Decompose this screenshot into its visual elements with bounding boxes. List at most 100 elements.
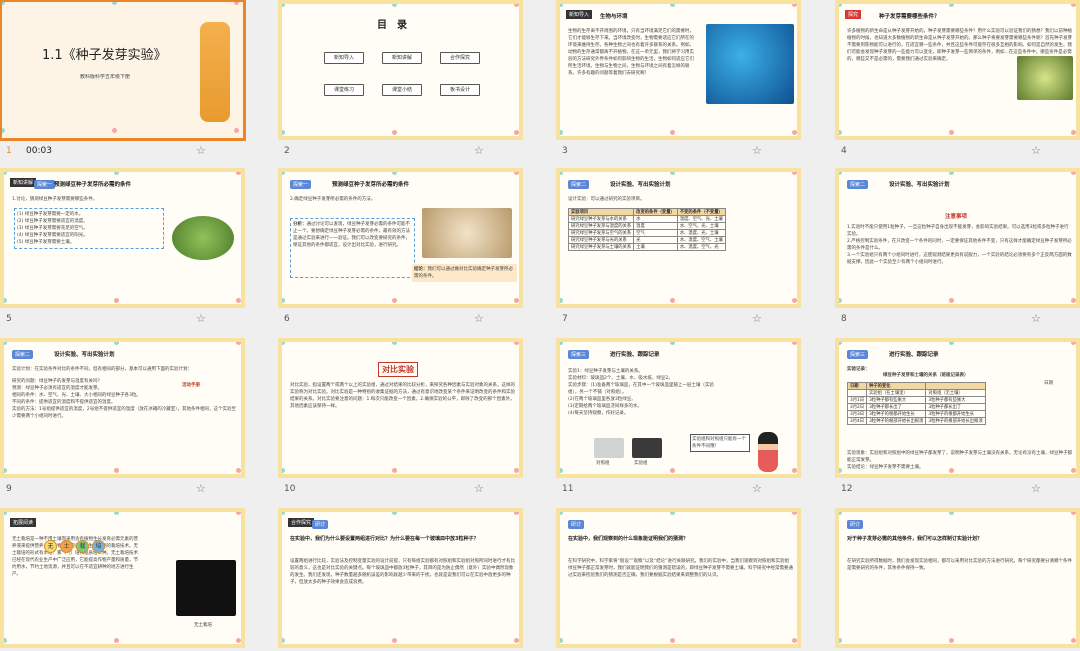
favorite-star-icon[interactable]: ☆ <box>196 144 206 157</box>
slide-thumbnail-9[interactable]: 探索二 设计实验、写出实验计划 实验计划：在实验条件对比的条件不同，但有相同的部分，… <box>0 338 245 500</box>
favorite-star-icon[interactable]: ☆ <box>752 144 762 157</box>
favorite-star-icon[interactable]: ☆ <box>474 144 484 157</box>
slide-thumbnail-6[interactable]: 探索一 预测绿豆种子发芽所必需的条件 2.确定绿豆种子发芽所必需的条件的方法。 分析：… <box>278 168 523 330</box>
favorite-star-icon[interactable]: ☆ <box>196 312 206 325</box>
decor-dot <box>236 468 241 473</box>
table-cell: 不变的条件（不变量） <box>676 208 726 216</box>
slide-preview[interactable]: 探究 种子发芽需要哪些条件？ 许多植物的新生命是从种子发芽开始的。种子发芽需要哪些条… <box>835 0 1080 140</box>
toc-item[interactable]: 新知讲解 <box>382 52 422 64</box>
slide-preview[interactable]: 拓展阅读 无土栽培是一种不用土壤而采用含有植物生长发育必需元素的营养液来提供营养，… <box>0 508 245 648</box>
decor-dot <box>236 298 241 303</box>
slide-preview[interactable]: 合作探究 研讨 在实验中，我们为什么要设置两组进行对比？为什么要在每一个玻璃皿中放3… <box>278 508 523 648</box>
slide-thumbnail-12[interactable]: 探索三 进行实验、跟踪记录 日期 种子的变化 实验组（在土壤里） 对照组（无土壤） 3月1日… <box>835 338 1080 500</box>
slide-tag: 合作探究 <box>288 518 315 527</box>
slide-preview[interactable]: 探索三 进行实验、跟踪记录 日期 种子的变化 实验组（在土壤里） 对照组（无土壤） 3月1日… <box>835 338 1080 478</box>
decor-dot <box>112 2 117 5</box>
slide-title: 进行实验、跟踪记录 <box>610 352 660 358</box>
slide-thumbnail-4[interactable]: 探究 种子发芽需要哪些条件？ 许多植物的新生命是从种子发芽开始的。种子发芽需要哪些条… <box>835 0 1080 162</box>
favorite-star-icon[interactable]: ☆ <box>1031 482 1041 495</box>
analysis-box: 分析：通过讨论可以发现，绿豆种子发芽必需的条件可能不止一个。要想确定绿豆种子发芽… <box>290 218 415 278</box>
speech-bubble: 实验组和对照组只能有一个条件不同哦！ <box>690 434 750 452</box>
slide-title: 生物与环境 <box>600 14 628 20</box>
favorite-star-icon[interactable]: ☆ <box>474 312 484 325</box>
decor-dot <box>1071 512 1076 515</box>
slide-preview[interactable]: 探索二 设计实验、写出实验计划 实验计划：在实验条件对比的条件不同，但有相同的部分，… <box>0 338 245 478</box>
table-row: 研究绿豆种子发芽与土壤的关系 土壤 水、温度、空气、光 <box>567 243 726 251</box>
toc-item[interactable]: 新知导入 <box>324 52 364 64</box>
decor-dot <box>670 298 675 303</box>
slide-preview[interactable]: 研讨 对于种子发芽必需的其他条件，我们可以怎样制订实验计划？ 在研究实验所得数据时，… <box>835 508 1080 648</box>
slide-preview[interactable]: 新知导入 生物与环境 生物的生存离不开周围的环境，只有当环境满足它们的需要时，它们才… <box>556 0 801 140</box>
decor-dot <box>560 298 563 303</box>
toc-item[interactable]: 合作探究 <box>440 52 480 64</box>
decor-dot <box>114 512 119 515</box>
slide-thumbnail-11[interactable]: 探索三 进行实验、跟踪记录 实验1：绿豆种子发芽与土壤的关系。 实验材料：玻璃皿2个、… <box>556 338 801 500</box>
list-item: (1) 绿豆种子发芽需要一定的水。 <box>17 212 84 217</box>
decor-dot <box>670 342 675 345</box>
slide-number: 11 <box>562 484 574 494</box>
table-cell: 空气 <box>633 229 678 237</box>
slide-thumbnail-2[interactable]: 目 录新知导入 新知讲解 合作探究 课堂练习 课堂小结 板书设计 2 ☆ <box>278 0 523 162</box>
slide-preview[interactable]: 研讨 在实验中，我们观察到的什么现象能证明我们的猜测？ 在科学研究中，科学家将“假设… <box>556 508 801 648</box>
slide-timing: 00:03 <box>26 146 52 156</box>
favorite-star-icon[interactable]: ☆ <box>752 312 762 325</box>
title-badge: 无 <box>44 540 57 553</box>
toc-item[interactable]: 板书设计 <box>440 84 480 96</box>
slide-thumbnail-10[interactable]: 对比实验，指设置两个或两个以上的实验组，通过对结果的比较分析，来探究各种因素与实… <box>278 338 523 500</box>
conclusion-label: 结论： <box>414 267 428 272</box>
decor-dot <box>792 468 797 473</box>
decor-dot <box>1071 4 1076 7</box>
section-label: 探索二 <box>847 180 869 189</box>
table-cell: 3粒种子都长出了 <box>866 403 927 411</box>
slide-preview[interactable]: 1.1《种子发芽实验》 教科版科学五年级下册 <box>0 0 245 140</box>
slide-title: 设计实验、写出实验计划 <box>54 352 115 358</box>
slide-thumbnail-5[interactable]: 新知讲解 探索一 预测绿豆种子发芽所必需的条件 1.讨论，猜测绿豆种子发芽需要哪些条件… <box>0 168 245 330</box>
slide-preview[interactable]: 探索三 进行实验、跟踪记录 实验1：绿豆种子发芽与土壤的关系。 实验材料：玻璃皿2个、… <box>556 338 801 478</box>
slide-title: 1.1《种子发芽实验》 <box>42 48 167 63</box>
title-badge: 土 <box>60 540 73 553</box>
table-cell: 改变的条件（变量） <box>633 208 678 216</box>
favorite-star-icon[interactable]: ☆ <box>474 482 484 495</box>
slide-preview[interactable]: 目 录新知导入 新知讲解 合作探究课堂练习 课堂小结 板书设计 <box>278 0 523 140</box>
slide-title: 目 录 <box>377 20 407 31</box>
slide-thumbnail-15[interactable]: 研讨 在实验中，我们观察到的什么现象能证明我们的猜测？ 在科学研究中，科学家将“假设… <box>556 508 801 651</box>
slide-tag: 新知讲解 <box>10 178 37 187</box>
slide-lead: 1.讨论，猜测绿豆种子发芽需要哪些条件。 <box>12 197 98 202</box>
slide-preview[interactable]: 探索一 预测绿豆种子发芽所必需的条件 2.确定绿豆种子发芽所必需的条件的方法。 分析：… <box>278 168 523 308</box>
slide-thumbnail-14[interactable]: 合作探究 研讨 在实验中，我们为什么要设置两组进行对比？为什么要在每一个玻璃皿中放3… <box>278 508 523 651</box>
slide-thumbnail-16[interactable]: 研讨 对于种子发芽必需的其他条件，我们可以怎样制订实验计划？ 在研究实验所得数据时，… <box>835 508 1080 651</box>
slide-question: 对于种子发芽必需的其他条件，我们可以怎样制订实验计划？ <box>847 536 983 542</box>
table-row: 3月1日 3粒种子都有些胀大 3粒种子都有些胀大 <box>846 396 986 404</box>
slide-thumbnail-1[interactable]: 1.1《种子发芽实验》 教科版科学五年级下册 1 00:03 ☆ <box>0 0 245 162</box>
slide-preview[interactable]: 对比实验，指设置两个或两个以上的实验组，通过对结果的比较分析，来探究各种因素与实… <box>278 338 523 478</box>
slide-preview[interactable]: 新知讲解 探索一 预测绿豆种子发芽所必需的条件 1.讨论，猜测绿豆种子发芽需要哪些条件… <box>0 168 245 308</box>
slide-preview[interactable]: 探索二 设计实验、写出实验计划 注意事项 1.实验时不能只使用1粒种子，一旦这粒种子自… <box>835 168 1080 308</box>
data-table: 实验项目 改变的条件（变量） 不变的条件（不变量） 研究绿豆种子发芽与水的关系水温度、… <box>567 208 726 251</box>
table-cell: 3月4日 <box>846 417 868 425</box>
decor-dot <box>514 342 519 345</box>
favorite-star-icon[interactable]: ☆ <box>196 482 206 495</box>
table-cell: 3粒种子的根都开始生长 <box>866 410 927 418</box>
table-cell: 3粒种子的根部开始长出根须 <box>866 417 927 425</box>
table-cell: 3粒种子都长出了 <box>925 403 986 411</box>
handbook-badge: 活动手册 <box>182 383 200 388</box>
table-cell <box>846 389 868 397</box>
table-cell: 水、温度、空气、光 <box>676 243 726 251</box>
decor-dot <box>282 638 285 643</box>
section-label: 探索一 <box>290 180 312 189</box>
decor-dot <box>1071 342 1076 345</box>
slide-thumbnail-3[interactable]: 新知导入 生物与环境 生物的生存离不开周围的环境，只有当环境满足它们的需要时，它们才… <box>556 0 801 162</box>
toc-item[interactable]: 课堂小结 <box>382 84 422 96</box>
favorite-star-icon[interactable]: ☆ <box>752 482 762 495</box>
favorite-star-icon[interactable]: ☆ <box>1031 312 1041 325</box>
decor-dot <box>514 172 519 175</box>
slide-thumbnail-7[interactable]: 探索二 设计实验、写出实验计划 设计实验：可以通过研究的实验项目。 实验项目 改变的条件… <box>556 168 801 330</box>
slide-thumbnail-8[interactable]: 探索二 设计实验、写出实验计划 注意事项 1.实验时不能只使用1粒种子，一旦这粒种子自… <box>835 168 1080 330</box>
slide-thumbnail-13[interactable]: 拓展阅读 无土栽培是一种不用土壤而采用含有植物生长发育必需元素的营养液来提供营养，… <box>0 508 245 651</box>
toc-item[interactable]: 课堂练习 <box>324 84 364 96</box>
decor-dot <box>839 130 842 135</box>
favorite-star-icon[interactable]: ☆ <box>1031 144 1041 157</box>
slide-number: 7 <box>562 314 568 324</box>
item-list: 实验1：绿豆种子发芽与土壤的关系。 实验材料：玻璃皿2个、土壤、水、吸水纸、绿豆2… <box>568 368 718 417</box>
slide-preview[interactable]: 探索二 设计实验、写出实验计划 设计实验：可以通过研究的实验项目。 实验项目 改变的条件… <box>556 168 801 308</box>
